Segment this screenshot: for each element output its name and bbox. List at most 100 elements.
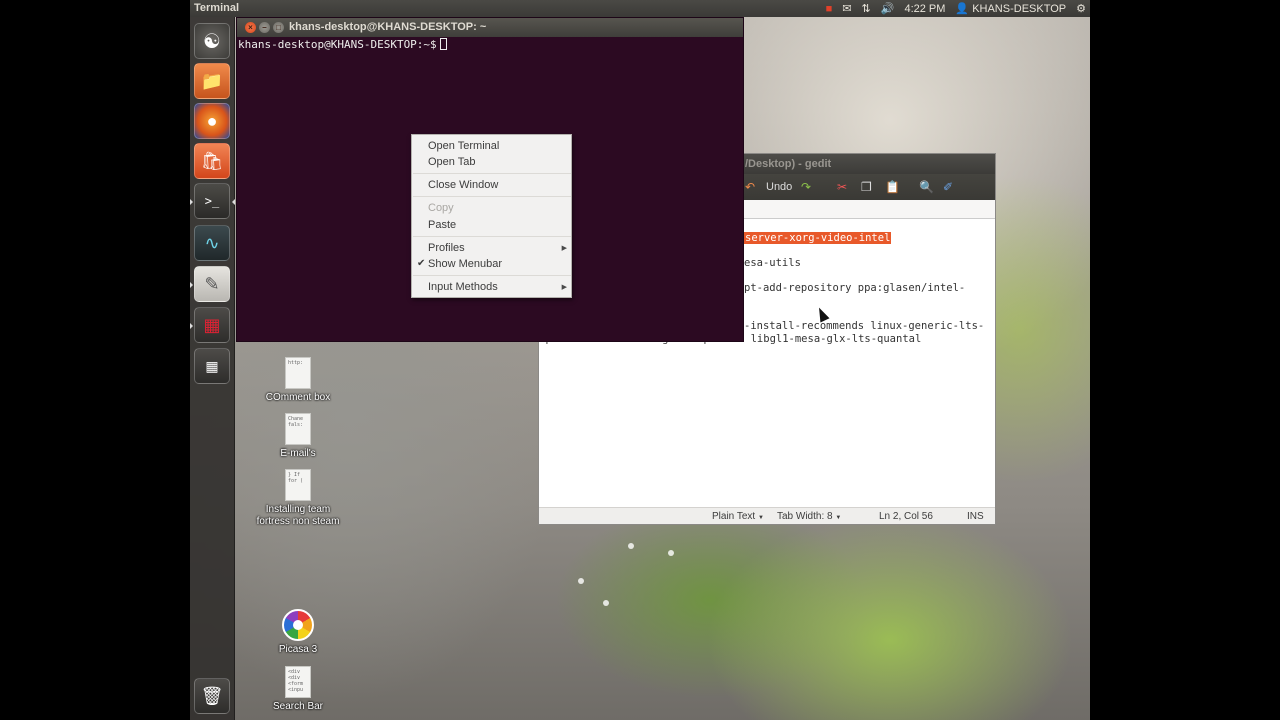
menu-separator <box>413 173 571 174</box>
menu-separator <box>413 275 571 276</box>
maximize-icon[interactable]: □ <box>273 22 284 33</box>
cursor-position: Ln 2, Col 56 <box>879 511 933 522</box>
desktop-icon-label: COmment box <box>265 392 331 403</box>
user-name: KHANS-DESKTOP <box>972 3 1067 15</box>
files-launcher[interactable]: 📁 <box>194 63 230 99</box>
cubes-icon: ▦ <box>203 314 221 335</box>
tab-width-selector[interactable]: Tab Width: 8 ▼ <box>777 511 841 522</box>
close-icon[interactable]: × <box>245 22 256 33</box>
submenu-arrow-icon: ▶ <box>561 245 567 252</box>
system-monitor-launcher[interactable]: ∿ <box>194 225 230 261</box>
desktop-icon-comment-box[interactable]: http: COmment box <box>248 357 348 404</box>
active-app-title: Terminal <box>194 2 240 14</box>
running-indicator <box>190 199 193 205</box>
search-icon[interactable]: 🔍 <box>919 180 934 194</box>
chevron-down-icon: ▼ <box>757 515 764 521</box>
active-indicator <box>232 199 235 205</box>
replace-icon[interactable]: ✐ <box>943 180 953 194</box>
code-line: pt-add-repository ppa:glasen/intel- <box>744 282 966 294</box>
gedit-statusbar: Plain Text ▼ Tab Width: 8 ▼ Ln 2, Col 56… <box>539 507 995 524</box>
running-indicator <box>190 282 193 288</box>
text-file-icon: http: <box>285 357 311 389</box>
menu-item-open-terminal[interactable]: Open Terminal <box>428 140 499 152</box>
copy-icon[interactable]: ❐ <box>861 180 872 194</box>
undo-button[interactable]: Undo <box>766 181 792 193</box>
software-center-launcher[interactable]: 🛍 <box>194 143 230 179</box>
prompt-text: khans-desktop@KHANS-DESKTOP:~$ <box>238 38 437 51</box>
paste-icon[interactable]: 📋 <box>885 180 900 194</box>
water-droplet <box>628 543 634 549</box>
code-line: esa-utils <box>744 257 801 269</box>
html-file-icon: <div <div <form <inpu <box>285 666 311 698</box>
desktop-icon-installing-tf[interactable]: } If for ( Installing team fortress non … <box>248 469 348 528</box>
menu-separator <box>413 196 571 197</box>
user-menu[interactable]: 👤 KHANS-DESKTOP <box>955 2 1066 15</box>
gear-icon[interactable]: ⚙ <box>1076 2 1086 15</box>
workspace-icon: ▦ <box>205 357 219 374</box>
clock[interactable]: 4:22 PM <box>904 3 945 15</box>
volume-icon[interactable]: 🔊 <box>881 2 895 15</box>
terminal-launcher[interactable]: >_ <box>194 183 230 219</box>
launcher: ☯ 📁 ● 🛍 >_ ∿ ✎ ▦ ▦ 🗑 <box>190 17 235 720</box>
app-launcher[interactable]: ▦ <box>194 307 230 343</box>
code-line: server-xorg-video-intel <box>744 232 892 244</box>
dash-home-button[interactable]: ☯ <box>194 23 230 59</box>
chevron-down-icon: ▼ <box>835 515 842 521</box>
workspace-switcher[interactable]: ▦ <box>194 348 230 384</box>
terminal-icon: >_ <box>204 194 220 208</box>
submenu-arrow-icon: ▶ <box>561 284 567 291</box>
indicator-area: ■ ✉ ⇅ 🔊 4:22 PM 👤 KHANS-DESKTOP ⚙ <box>826 0 1086 17</box>
text-cursor <box>439 38 447 50</box>
desktop-icon-search-bar[interactable]: <div <div <form <inpu Search Bar <box>248 666 348 713</box>
menu-separator <box>413 236 571 237</box>
redo-icon[interactable]: ↷ <box>801 180 811 194</box>
menu-item-show-menubar[interactable]: Show Menubar <box>428 258 502 270</box>
code-line: -install-recommends linux-generic-lts- <box>744 320 985 332</box>
trash-icon: 🗑 <box>200 685 224 706</box>
top-panel: Terminal ■ ✉ ⇅ 🔊 4:22 PM 👤 KHANS-DESKTOP… <box>190 0 1090 17</box>
insert-mode: INS <box>967 511 984 522</box>
terminal-prompt[interactable]: khans-desktop@KHANS-DESKTOP:~$ <box>238 38 447 51</box>
menu-item-paste[interactable]: Paste <box>428 219 456 231</box>
water-droplet <box>668 550 674 556</box>
desktop-icon-label: Search Bar <box>272 701 324 712</box>
selected-text: server-xorg-video-intel <box>744 232 892 244</box>
firefox-launcher[interactable]: ● <box>194 103 230 139</box>
desktop-icon-label: Picasa 3 <box>278 644 318 655</box>
running-indicator <box>190 323 193 329</box>
text-file-icon: Chane fals: <box>285 413 311 445</box>
water-droplet <box>603 600 609 606</box>
terminal-window-title: khans-desktop@KHANS-DESKTOP: ~ <box>289 21 487 33</box>
text-editor-icon: ✎ <box>204 273 220 294</box>
firefox-icon: ● <box>206 110 218 131</box>
language-label: Plain Text <box>712 511 756 522</box>
undo-arrow-icon[interactable]: ↶ <box>745 180 755 194</box>
picasa-icon <box>282 609 314 641</box>
gedit-window-title: /Desktop) - gedit <box>745 158 832 170</box>
menu-item-copy: Copy <box>428 202 454 214</box>
menu-item-input-methods[interactable]: Input Methods <box>428 281 498 293</box>
mail-icon[interactable]: ✉ <box>842 2 851 15</box>
checkmark-icon: ✔ <box>417 258 426 269</box>
text-file-icon: } If for ( <box>285 469 311 501</box>
desktop-icon-emails[interactable]: Chane fals: E-mail's <box>248 413 348 460</box>
network-error-icon[interactable]: ■ <box>826 3 833 15</box>
transfer-icon[interactable]: ⇅ <box>862 2 871 15</box>
trash-launcher[interactable]: 🗑 <box>194 678 230 714</box>
user-icon: 👤 <box>955 3 970 15</box>
desktop-icon-picasa[interactable]: Picasa 3 <box>248 609 348 656</box>
minimize-icon[interactable]: – <box>259 22 270 33</box>
cut-icon[interactable]: ✂ <box>837 180 847 194</box>
terminal-titlebar[interactable]: × – □ khans-desktop@KHANS-DESKTOP: ~ <box>237 18 743 37</box>
tab-width-label: Tab Width: 8 <box>777 511 833 522</box>
gedit-launcher[interactable]: ✎ <box>194 266 230 302</box>
water-droplet <box>578 578 584 584</box>
menu-item-profiles[interactable]: Profiles <box>428 242 465 254</box>
menu-item-close-window[interactable]: Close Window <box>428 179 498 191</box>
desktop-icon-label: Installing team fortress non steam <box>256 504 340 527</box>
folder-icon: 📁 <box>200 70 224 91</box>
language-selector[interactable]: Plain Text ▼ <box>712 511 764 522</box>
terminal-context-menu: Open Terminal Open Tab Close Window Copy… <box>411 134 572 298</box>
menu-item-open-tab[interactable]: Open Tab <box>428 156 476 168</box>
ubuntu-logo-icon: ☯ <box>203 30 221 53</box>
